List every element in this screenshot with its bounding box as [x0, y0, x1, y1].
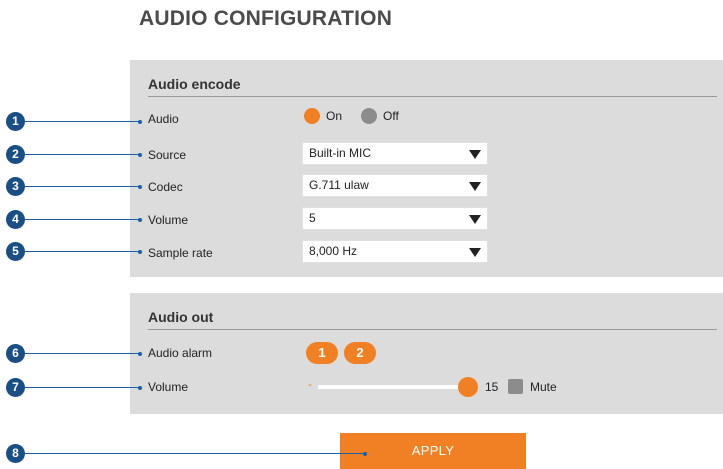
audio-encode-panel: Audio encode Audio On Off Source Built-i… — [130, 60, 723, 277]
alarm-2-button[interactable]: 2 — [344, 342, 376, 364]
callout-leader-dot — [138, 385, 142, 390]
radio-selected-icon — [304, 108, 320, 124]
callout-leader-dot — [138, 249, 142, 254]
section-divider — [148, 329, 717, 330]
callout-leader-line — [25, 219, 140, 220]
audio-on-label: On — [326, 109, 343, 123]
dropdown-arrow-icon — [469, 248, 481, 257]
volume-label: Volume — [148, 213, 189, 227]
callout-leader-line — [25, 353, 140, 354]
sample-rate-select[interactable]: 8,000 Hz — [302, 240, 488, 263]
source-value: Built-in MIC — [309, 146, 372, 160]
codec-value: G.711 ulaw — [309, 178, 369, 192]
volume-slider-track[interactable] — [318, 385, 468, 389]
callout-leader-line — [25, 154, 140, 155]
audio-off-label: Off — [383, 109, 399, 123]
apply-button[interactable]: APPLY — [340, 433, 526, 469]
callout-marker-2: 2 — [6, 145, 25, 164]
audio-out-panel: Audio out Audio alarm 1 2 Volume - 15 Mu… — [130, 293, 723, 414]
callout-leader-line — [25, 121, 140, 122]
volume-slider-value: 15 — [485, 380, 499, 394]
callout-leader-line — [25, 251, 140, 252]
audio-encode-title: Audio encode — [148, 76, 241, 92]
callout-leader-dot — [138, 217, 142, 222]
volume-select[interactable]: 5 — [302, 207, 488, 230]
callout-marker-6: 6 — [6, 344, 25, 363]
volume-min-indicator: - — [308, 377, 312, 391]
out-volume-label: Volume — [148, 380, 189, 394]
dropdown-arrow-icon — [469, 215, 481, 224]
callout-marker-8: 8 — [6, 444, 25, 463]
dropdown-arrow-icon — [469, 150, 481, 159]
mute-checkbox[interactable] — [508, 379, 523, 394]
sample-rate-label: Sample rate — [148, 246, 213, 260]
callout-marker-1: 1 — [6, 112, 25, 131]
dropdown-arrow-icon — [469, 182, 481, 191]
callout-leader-dot — [138, 351, 142, 356]
callout-leader-dot — [363, 451, 367, 456]
audio-off-radio[interactable]: Off — [361, 108, 399, 124]
volume-value: 5 — [309, 211, 316, 225]
codec-label: Codec — [148, 180, 183, 194]
alarm-1-button[interactable]: 1 — [306, 342, 338, 364]
audio-label: Audio — [148, 112, 179, 126]
callout-leader-dot — [138, 184, 142, 189]
callout-marker-4: 4 — [6, 210, 25, 229]
audio-out-title: Audio out — [148, 309, 214, 325]
callout-marker-7: 7 — [6, 378, 25, 397]
source-select[interactable]: Built-in MIC — [302, 142, 488, 165]
codec-select[interactable]: G.711 ulaw — [302, 174, 488, 197]
callout-marker-3: 3 — [6, 177, 25, 196]
callout-leader-dot — [138, 152, 142, 157]
callout-leader-dot — [138, 119, 142, 124]
callout-marker-5: 5 — [6, 242, 25, 261]
audio-on-radio[interactable]: On — [304, 108, 342, 124]
page-title: AUDIO CONFIGURATION — [139, 7, 393, 30]
mute-label: Mute — [530, 380, 557, 394]
callout-leader-line — [25, 453, 365, 454]
callout-leader-line — [25, 186, 140, 187]
callout-leader-line — [25, 387, 140, 388]
radio-unselected-icon — [361, 108, 377, 124]
audio-alarm-label: Audio alarm — [148, 346, 213, 360]
section-divider — [148, 96, 717, 97]
source-label: Source — [148, 148, 187, 162]
sample-rate-value: 8,000 Hz — [309, 244, 358, 258]
volume-slider-thumb[interactable] — [458, 377, 478, 397]
